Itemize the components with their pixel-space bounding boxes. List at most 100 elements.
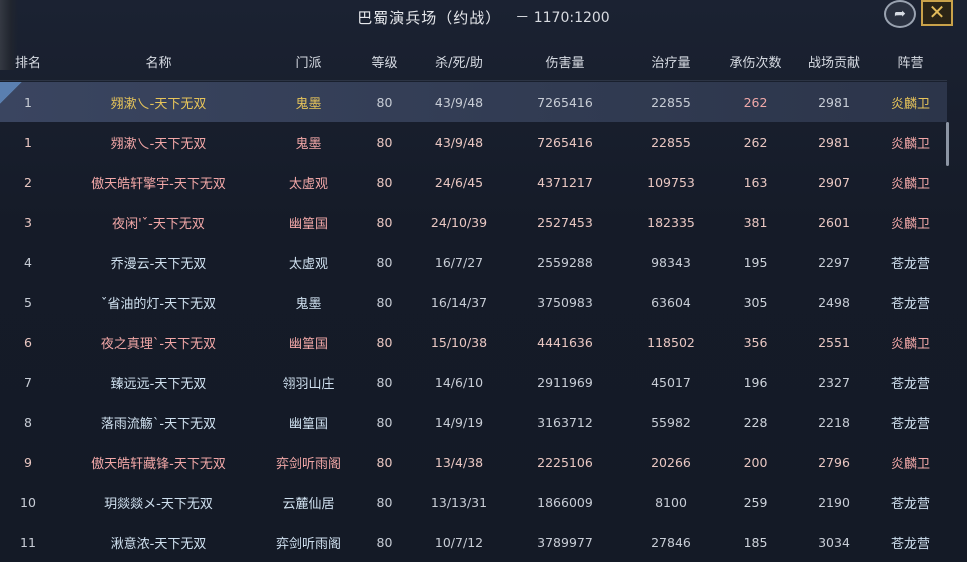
row-damage: 2527453 [537,214,593,230]
row-name: ˇ省油的灯-天下无双 [100,296,217,312]
header-rank[interactable]: 排名 [0,52,56,71]
row-rank: 2 [24,174,32,190]
row-rank: 9 [24,454,32,470]
share-button[interactable]: ➦ [884,0,916,28]
row-school: 太虚观 [288,256,328,272]
header-name[interactable]: 名称 [56,52,261,71]
row-level: 80 [376,214,393,230]
row-name: 翙漱乀-天下无双 [110,136,207,152]
row-contribution: 2601 [818,214,850,230]
row-hits-taken: 163 [743,174,768,190]
row-kda: 10/7/12 [434,534,484,550]
player-row[interactable]: 11 湫意浓-天下无双 弈剑听雨阁 80 10/7/12 3789977 278… [0,522,947,562]
row-contribution: 2981 [818,94,850,110]
row-rank: 3 [24,214,32,230]
header-level[interactable]: 等级 [356,52,413,71]
row-kda: 43/9/48 [434,94,484,110]
row-damage: 1866009 [537,494,593,510]
row-damage: 7265416 [537,94,593,110]
row-school: 鬼墨 [295,136,322,152]
row-heal: 27846 [651,534,691,550]
row-damage: 4371217 [537,174,593,190]
row-contribution: 2218 [818,414,850,430]
row-rank: 10 [20,494,36,510]
row-level: 80 [376,294,393,310]
row-camp: 苍龙营 [890,496,930,512]
header-divider [0,80,947,81]
row-level: 80 [376,534,393,550]
row-heal: 63604 [651,294,691,310]
row-contribution: 2498 [818,294,850,310]
player-row[interactable]: 7 臻远远-天下无双 翎羽山庄 80 14/6/10 2911969 45017… [0,362,947,402]
row-school: 幽篁国 [288,216,328,232]
close-icon: ✕ [928,0,946,24]
row-kda: 15/10/38 [430,334,488,350]
player-row[interactable]: 6 夜之真理ˋ-天下无双 幽篁国 80 15/10/38 4441636 118… [0,322,947,362]
header-contribution[interactable]: 战场贡献 [794,52,874,71]
row-hits-taken: 381 [743,214,768,230]
row-level: 80 [376,454,393,470]
row-damage: 3163712 [537,414,593,430]
row-rank: 7 [24,374,32,390]
row-camp: 苍龙营 [890,376,930,392]
row-kda: 24/10/39 [430,214,488,230]
row-contribution: 2907 [818,174,850,190]
row-camp: 炎麟卫 [890,176,930,192]
row-contribution: 2981 [818,134,850,150]
row-camp: 苍龙营 [890,256,930,272]
row-camp: 苍龙营 [890,296,930,312]
row-hits-taken: 200 [743,454,768,470]
player-row[interactable]: 10 玥燚燚メ-天下无双 云麓仙居 80 13/13/31 1866009 81… [0,482,947,522]
row-kda: 13/13/31 [430,494,488,510]
row-damage: 3789977 [537,534,593,550]
close-button[interactable]: ✕ [921,0,953,26]
player-row[interactable]: 9 傲天皓轩藏锋-天下无双 弈剑听雨阁 80 13/4/38 2225106 2… [0,442,947,482]
row-school: 幽篁国 [288,336,328,352]
row-level: 80 [376,494,393,510]
header-camp[interactable]: 阵营 [874,52,947,71]
scrollbar-thumb[interactable] [946,122,949,166]
match-score: － 1170:1200 [515,10,610,26]
row-damage: 3750983 [537,294,593,310]
player-row[interactable]: 3 夜闲'ˇ-天下无双 幽篁国 80 24/10/39 2527453 1823… [0,202,947,242]
row-rank: 11 [20,534,36,550]
row-hits-taken: 196 [743,374,768,390]
row-school: 弈剑听雨阁 [275,536,341,552]
row-rank: 8 [24,414,32,430]
row-school: 弈剑听雨阁 [275,456,341,472]
header-heal[interactable]: 治疗量 [625,52,717,71]
row-school: 翎羽山庄 [282,376,335,392]
row-name: 玥燚燚メ-天下无双 [104,496,213,512]
row-hits-taken: 305 [743,294,768,310]
row-heal: 55982 [651,414,691,430]
row-heal: 20266 [651,454,691,470]
row-damage: 2911969 [537,374,593,390]
row-contribution: 3034 [818,534,850,550]
row-kda: 14/6/10 [434,374,484,390]
row-hits-taken: 185 [743,534,768,550]
row-rank: 4 [24,254,32,270]
row-heal: 109753 [647,174,695,190]
header-damage[interactable]: 伤害量 [505,52,625,71]
row-contribution: 2190 [818,494,850,510]
player-row-self[interactable]: 1 翙漱乀-天下无双 鬼墨 80 43/9/48 7265416 22855 2… [0,82,947,122]
row-hits-taken: 228 [743,414,768,430]
row-camp: 炎麟卫 [890,456,930,472]
row-hits-taken: 259 [743,494,768,510]
header-hits-taken[interactable]: 承伤次数 [717,52,794,71]
player-row[interactable]: 5 ˇ省油的灯-天下无双 鬼墨 80 16/14/37 3750983 6360… [0,282,947,322]
player-row[interactable]: 1 翙漱乀-天下无双 鬼墨 80 43/9/48 7265416 22855 2… [0,122,947,162]
player-row[interactable]: 8 落雨流觞ˋ-天下无双 幽篁国 80 14/9/19 3163712 5598… [0,402,947,442]
header-school[interactable]: 门派 [261,52,356,71]
share-arrow-icon: ➦ [894,6,906,22]
row-contribution: 2796 [818,454,850,470]
row-contribution: 2327 [818,374,850,390]
header-kda[interactable]: 杀/死/助 [413,52,505,71]
row-heal: 8100 [655,494,687,510]
player-row[interactable]: 4 乔漫云-天下无双 太虚观 80 16/7/27 2559288 98343 … [0,242,947,282]
player-row[interactable]: 2 傲天皓轩擎宇-天下无双 太虚观 80 24/6/45 4371217 109… [0,162,947,202]
row-camp: 炎麟卫 [890,136,930,152]
row-level: 80 [376,134,393,150]
row-heal: 22855 [651,134,691,150]
row-camp: 苍龙营 [890,416,930,432]
